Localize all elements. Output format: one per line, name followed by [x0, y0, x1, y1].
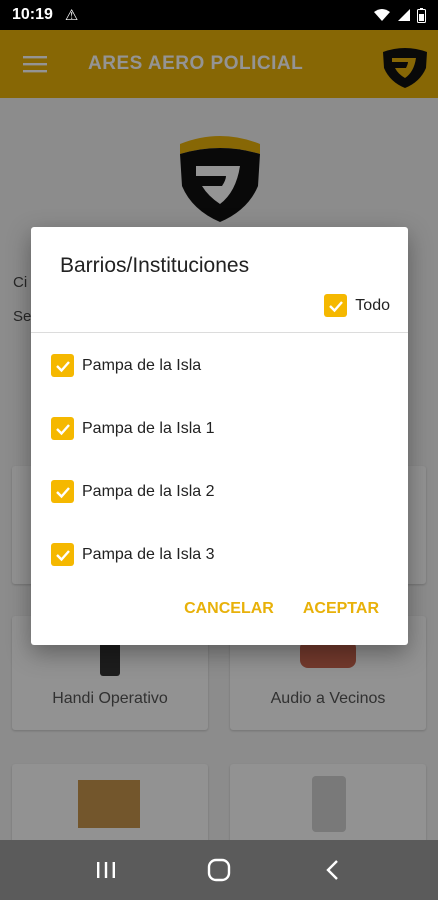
- home-icon[interactable]: [189, 840, 249, 900]
- check-icon: [55, 360, 70, 372]
- option-checkbox[interactable]: [51, 354, 74, 377]
- system-nav-bar: [0, 840, 438, 900]
- select-all-label: Todo: [355, 296, 390, 314]
- option-label: Pampa de la Isla 2: [82, 482, 215, 500]
- option-row[interactable]: Pampa de la Isla 2: [51, 480, 215, 503]
- option-row[interactable]: Pampa de la Isla 3: [51, 543, 215, 566]
- option-label: Pampa de la Isla: [82, 356, 202, 374]
- option-row[interactable]: Pampa de la Isla: [51, 354, 201, 377]
- option-label: Pampa de la Isla 1: [82, 419, 215, 437]
- warning-icon: ⚠: [64, 7, 79, 24]
- divider: [31, 332, 408, 333]
- option-checkbox[interactable]: [51, 417, 74, 440]
- recent-apps-icon[interactable]: [76, 840, 136, 900]
- check-icon: [55, 486, 70, 498]
- status-bar: 10:19 ⚠: [0, 0, 438, 30]
- dialog-title: Barrios/Instituciones: [60, 254, 250, 277]
- dialog-actions: CANCELAR ACEPTAR: [184, 600, 379, 618]
- select-all-checkbox[interactable]: [324, 294, 348, 317]
- battery-icon: [417, 7, 426, 23]
- option-row[interactable]: Pampa de la Isla 1: [51, 417, 215, 440]
- status-time: 10:19: [12, 6, 53, 23]
- check-icon: [328, 300, 343, 312]
- check-icon: [55, 549, 70, 561]
- cancel-button[interactable]: CANCELAR: [184, 600, 274, 618]
- signal-icon: [398, 9, 410, 21]
- status-icons: [373, 7, 426, 23]
- option-label: Pampa de la Isla 3: [82, 545, 215, 563]
- barrios-dialog: Barrios/Instituciones Todo Pampa de la I…: [31, 227, 408, 645]
- option-checkbox[interactable]: [51, 543, 74, 566]
- option-checkbox[interactable]: [51, 480, 74, 503]
- wifi-icon: [374, 9, 390, 21]
- back-icon[interactable]: [302, 840, 362, 900]
- accept-button[interactable]: ACEPTAR: [303, 600, 379, 618]
- check-icon: [55, 423, 70, 435]
- select-all-row[interactable]: Todo: [324, 294, 390, 317]
